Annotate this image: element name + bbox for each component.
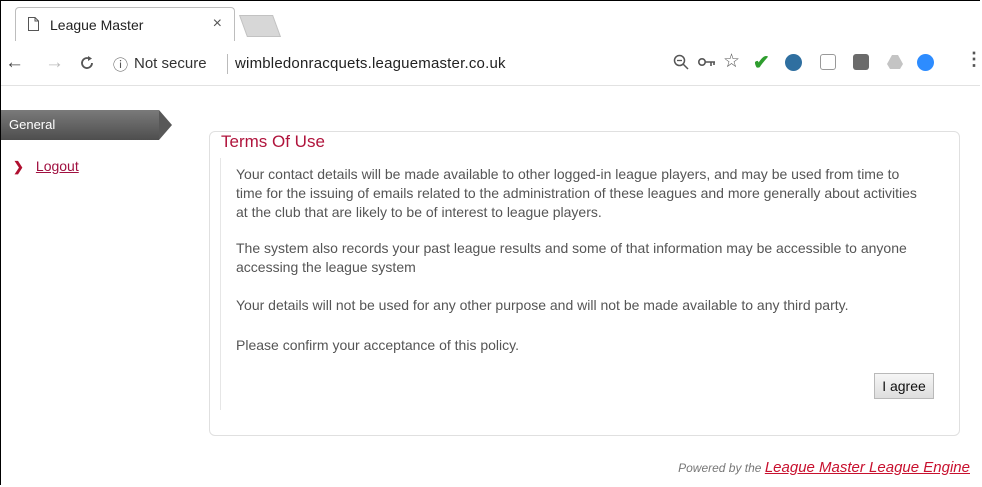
terms-paragraph-3: Your details will not be used for any ot… [236,297,849,313]
checkmark-extension-icon[interactable]: ✔ [753,50,770,75]
note-extension-icon[interactable] [853,54,869,70]
footer: Powered by the League Master League Engi… [678,459,970,476]
browser-tab[interactable]: League Master × [15,7,235,41]
zoom-icon[interactable] [673,54,689,70]
new-tab-button[interactable] [238,15,282,37]
panel-divider [220,158,221,410]
tab-strip: League Master × [1,1,980,41]
chevron-right-icon: ❯ [13,159,24,174]
league-engine-link[interactable]: League Master League Engine [765,459,970,476]
close-tab-icon[interactable]: × [213,15,222,33]
page-icon [28,17,39,31]
reload-icon[interactable] [79,55,95,71]
agree-button[interactable]: I agree [874,373,934,399]
security-label: Not secure [134,55,207,72]
b-extension-icon[interactable] [820,54,836,70]
tab-title: League Master [50,17,144,33]
terms-paragraph-1: Your contact details will be made availa… [236,166,917,220]
terms-panel: Terms Of Use Your contact details will b… [209,131,960,436]
browser-toolbar: ← → ⓘ Not secure wimbledonracquets.leagu… [1,41,980,86]
bookmark-star-icon[interactable]: ☆ [723,50,740,73]
terms-paragraph-2: The system also records your past league… [236,240,907,275]
panel-title: Terms Of Use [221,132,337,152]
address-bar[interactable]: ⓘ Not secure wimbledonracquets.leaguemas… [105,49,721,78]
sidebar-item-logout[interactable]: ❯ Logout [13,158,79,175]
zoom-meeting-icon[interactable] [917,54,934,71]
info-icon[interactable]: ⓘ [113,54,128,75]
url-text[interactable]: wimbledonracquets.leaguemaster.co.uk [235,55,506,72]
m-extension-icon[interactable] [785,54,802,71]
drive-icon[interactable] [886,54,904,70]
terms-paragraph-4: Please confirm your acceptance of this p… [236,337,519,353]
browser-window: League Master × ← → ⓘ Not secure wimbled… [0,0,980,485]
menu-icon[interactable]: ⋮ [965,49,980,70]
key-icon[interactable] [698,57,716,67]
address-divider [227,54,228,74]
footer-prefix: Powered by the [678,461,762,475]
sidebar-section-general: General [1,110,172,140]
forward-icon[interactable]: → [45,52,64,74]
back-icon[interactable]: ← [5,52,24,74]
logout-link[interactable]: Logout [36,158,79,174]
